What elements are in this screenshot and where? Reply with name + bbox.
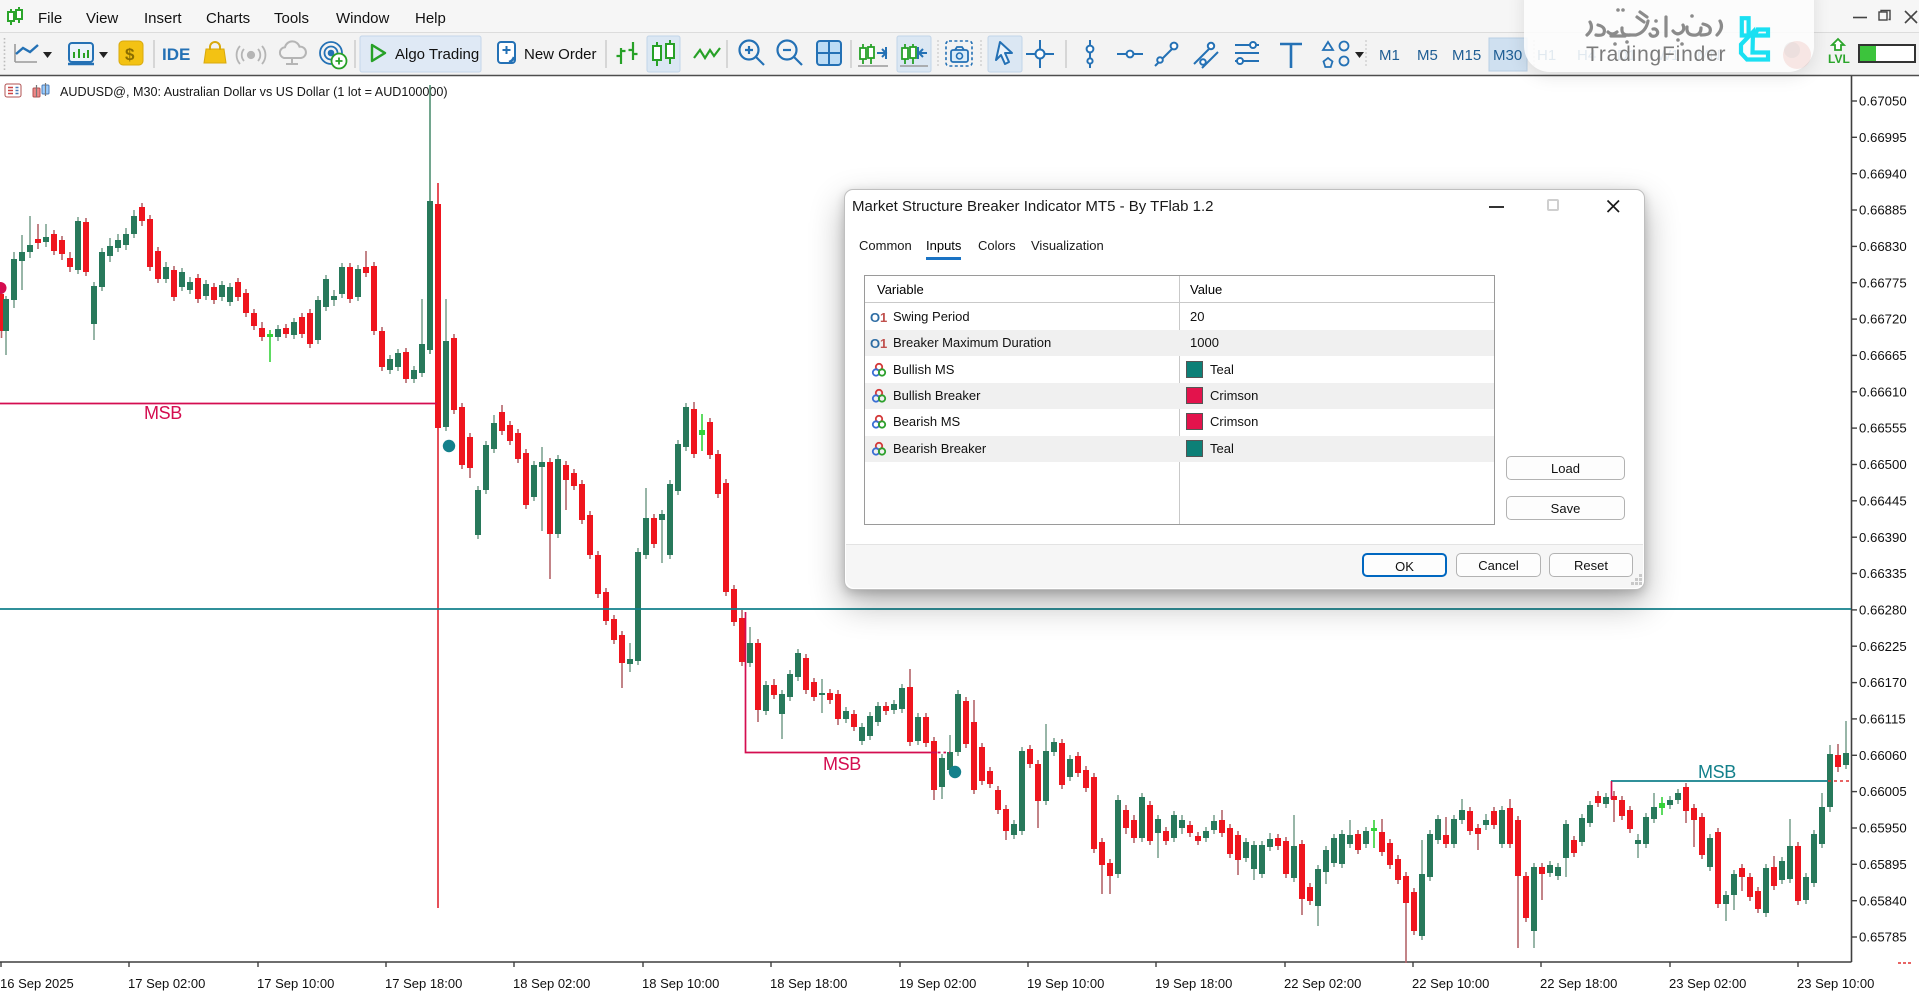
svg-text:0.66170: 0.66170 [1859, 675, 1907, 690]
svg-text:Insert: Insert [144, 10, 182, 27]
svg-text:M5: M5 [1417, 47, 1438, 64]
svg-text:M15: M15 [1452, 47, 1481, 64]
svg-text:O: O [870, 310, 880, 324]
svg-text:1: 1 [880, 336, 887, 350]
svg-text:16 Sep 2025: 16 Sep 2025 [0, 976, 74, 991]
svg-text:0.66610: 0.66610 [1859, 384, 1907, 399]
svg-text:0.66830: 0.66830 [1859, 239, 1907, 254]
svg-text:0.66775: 0.66775 [1859, 275, 1907, 290]
svg-text:0.65840: 0.65840 [1859, 893, 1907, 908]
svg-text:New Order: New Order [524, 46, 597, 63]
svg-text:0.66390: 0.66390 [1859, 530, 1907, 545]
svg-text:MSB: MSB [823, 754, 861, 774]
svg-text:0.66995: 0.66995 [1859, 130, 1907, 145]
svg-text:19 Sep 18:00: 19 Sep 18:00 [1155, 976, 1232, 991]
svg-text:18 Sep 02:00: 18 Sep 02:00 [513, 976, 590, 991]
svg-text:View: View [86, 10, 118, 27]
svg-text:17 Sep 10:00: 17 Sep 10:00 [257, 976, 334, 991]
svg-text:MSB: MSB [1698, 762, 1736, 782]
svg-text:0.66335: 0.66335 [1859, 566, 1907, 581]
svg-text:18 Sep 10:00: 18 Sep 10:00 [642, 976, 719, 991]
svg-text:0.66060: 0.66060 [1859, 748, 1907, 763]
svg-text:0.66555: 0.66555 [1859, 421, 1907, 436]
svg-text:0.66445: 0.66445 [1859, 493, 1907, 508]
svg-text:MSB: MSB [144, 403, 182, 423]
svg-text:0.66940: 0.66940 [1859, 166, 1907, 181]
svg-text:18 Sep 18:00: 18 Sep 18:00 [770, 976, 847, 991]
svg-text:17 Sep 18:00: 17 Sep 18:00 [385, 976, 462, 991]
svg-text:Charts: Charts [206, 10, 250, 27]
svg-text:0.66885: 0.66885 [1859, 203, 1907, 218]
svg-text:0.65785: 0.65785 [1859, 930, 1907, 945]
svg-text:0.65950: 0.65950 [1859, 821, 1907, 836]
svg-text:0.65895: 0.65895 [1859, 857, 1907, 872]
svg-text:22 Sep 02:00: 22 Sep 02:00 [1284, 976, 1361, 991]
svg-text:AUDUSD@, M30: Australian Doll: AUDUSD@, M30: Australian Dollar vs US Do… [60, 85, 448, 99]
svg-text:0.66500: 0.66500 [1859, 457, 1907, 472]
svg-text:IDE: IDE [162, 45, 190, 64]
svg-text:0.66665: 0.66665 [1859, 348, 1907, 363]
svg-text:23 Sep 10:00: 23 Sep 10:00 [1797, 976, 1874, 991]
svg-text:0.66720: 0.66720 [1859, 312, 1907, 327]
svg-text:0.66005: 0.66005 [1859, 784, 1907, 799]
svg-text:Tools: Tools [274, 10, 309, 27]
svg-text:1: 1 [880, 310, 887, 324]
svg-text:0.66225: 0.66225 [1859, 639, 1907, 654]
svg-text:22 Sep 10:00: 22 Sep 10:00 [1412, 976, 1489, 991]
svg-text:Algo Trading: Algo Trading [395, 46, 479, 63]
svg-text:19 Sep 02:00: 19 Sep 02:00 [899, 976, 976, 991]
svg-text:$: $ [125, 45, 135, 64]
svg-text:17 Sep 02:00: 17 Sep 02:00 [128, 976, 205, 991]
svg-text:M1: M1 [1379, 47, 1400, 64]
svg-text:0.66280: 0.66280 [1859, 603, 1907, 618]
svg-text:O: O [870, 336, 880, 350]
svg-text:0.66115: 0.66115 [1859, 712, 1906, 727]
svg-text:Window: Window [336, 10, 390, 27]
svg-text:22 Sep 18:00: 22 Sep 18:00 [1540, 976, 1617, 991]
svg-text:Help: Help [415, 10, 446, 27]
svg-text:19 Sep 10:00: 19 Sep 10:00 [1027, 976, 1104, 991]
svg-text:LVL: LVL [1828, 52, 1850, 66]
svg-text:23 Sep 02:00: 23 Sep 02:00 [1669, 976, 1746, 991]
svg-text:File: File [38, 10, 62, 27]
svg-text:TradingFinder: TradingFinder [1586, 43, 1726, 66]
